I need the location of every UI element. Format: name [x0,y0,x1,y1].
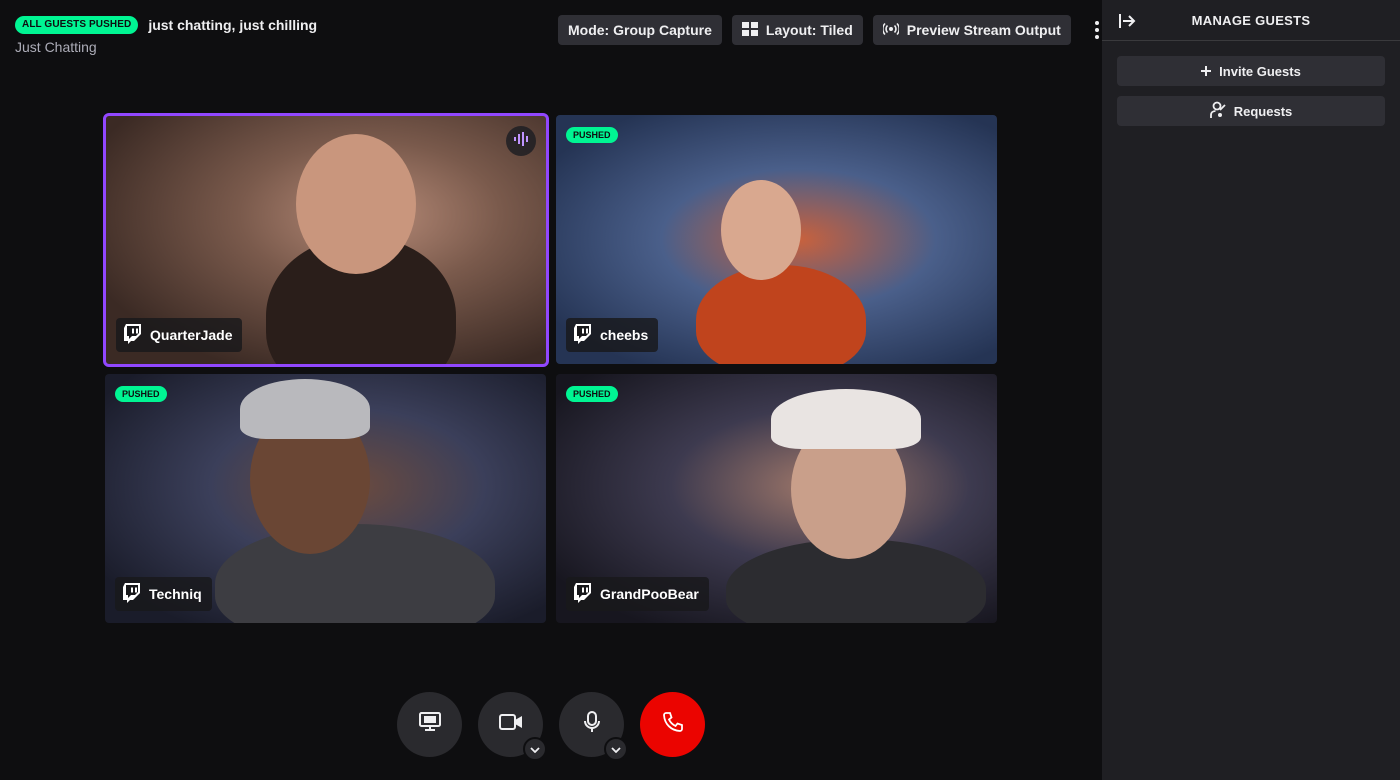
microphone-icon [583,711,601,738]
guest-name: Techniq [149,586,202,602]
end-call-button[interactable] [640,692,705,757]
video-feed-cap [240,379,370,439]
video-feed [696,265,866,364]
more-dot [1094,21,1099,25]
stream-title: just chatting, just chilling [148,17,318,33]
twitch-icon [574,323,592,347]
mode-button[interactable]: Mode: Group Capture [558,15,722,45]
broadcast-icon [881,22,900,39]
guest-name: QuarterJade [150,327,233,343]
guest-name-tag: GrandPooBear [566,577,709,611]
all-guests-pushed-badge: ALL GUESTS PUSHED [15,16,139,34]
guest-name: GrandPooBear [600,586,699,602]
more-dot [1094,35,1099,39]
stream-category: Just Chatting [15,39,97,55]
twitch-icon [574,582,592,606]
microphone-options-button[interactable] [604,737,628,761]
pushed-badge: PUSHED [566,386,618,402]
chevron-down-icon [611,740,621,758]
main-stage: ALL GUESTS PUSHED just chatting, just ch… [0,0,1102,780]
audio-wave-icon [513,131,529,151]
plus-icon [1201,64,1212,79]
invite-guests-label: Invite Guests [1219,63,1301,79]
stream-info: ALL GUESTS PUSHED just chatting, just ch… [15,16,317,55]
pushed-badge: PUSHED [566,127,618,143]
video-feed-cap [771,389,921,449]
twitch-icon [123,582,141,606]
panel-header: MANAGE GUESTS [1102,0,1400,41]
video-feed [215,524,495,623]
panel-title: MANAGE GUESTS [1191,12,1311,28]
preview-label: Preview Stream Output [906,22,1061,38]
layout-button[interactable]: Layout: Tiled [731,15,863,45]
user-request-icon [1209,101,1226,122]
guest-tile-quarterjade[interactable]: QuarterJade [103,113,549,367]
mode-label: Mode: Group Capture [568,22,712,38]
more-dot [1094,28,1099,32]
twitch-icon [124,323,142,347]
guest-name-tag: QuarterJade [116,318,243,352]
screen-share-button[interactable] [397,692,462,757]
invite-guests-button[interactable]: Invite Guests [1117,56,1385,86]
guest-tile-cheebs[interactable]: PUSHED cheebs [556,115,997,364]
guest-name-tag: Techniq [115,577,212,611]
guest-name: cheebs [600,327,649,343]
microphone-button[interactable] [559,692,628,761]
camera-options-button[interactable] [523,737,547,761]
guest-tile-techniq[interactable]: PUSHED Techniq [105,374,546,623]
guest-tile-grandpoobear[interactable]: PUSHED GrandPooBear [556,374,997,623]
grid-icon [741,21,758,39]
call-controls [397,692,705,761]
camera-icon [498,714,523,735]
requests-button[interactable]: Requests [1117,96,1385,126]
preview-stream-button[interactable]: Preview Stream Output [872,15,1071,45]
collapse-panel-icon[interactable] [1118,12,1136,30]
status-row: ALL GUESTS PUSHED just chatting, just ch… [15,16,317,34]
manage-guests-panel: MANAGE GUESTS Invite Guests Requests [1102,0,1400,780]
requests-label: Requests [1233,103,1293,119]
monitor-icon [418,712,441,737]
video-feed-face [721,180,801,280]
chevron-down-icon [530,740,540,758]
pushed-badge: PUSHED [115,386,167,402]
guest-name-tag: cheebs [566,318,659,352]
phone-icon [662,711,684,738]
layout-label: Layout: Tiled [765,22,853,38]
video-feed-face [296,134,416,274]
speaking-indicator[interactable] [506,126,536,156]
camera-button[interactable] [478,692,547,761]
header-toolbar: Mode: Group Capture Layout: Tiled Previe… [558,15,1107,45]
